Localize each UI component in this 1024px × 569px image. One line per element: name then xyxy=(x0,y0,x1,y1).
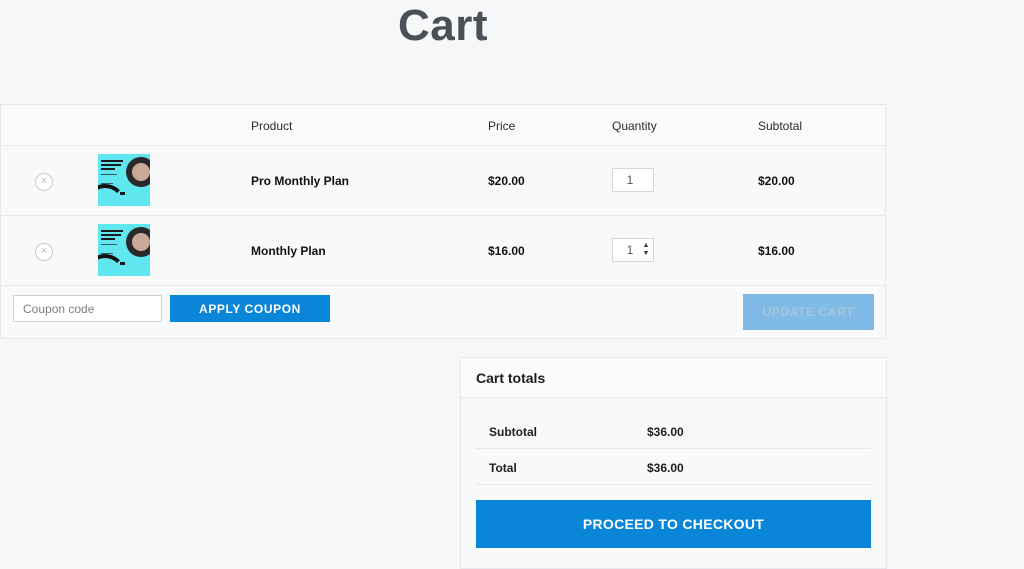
product-price: $20.00 xyxy=(488,174,525,188)
page-title: Cart xyxy=(398,1,489,50)
header-product: Product xyxy=(251,119,293,133)
quantity-input[interactable] xyxy=(612,168,654,192)
cart-totals: Cart totals Subtotal $36.00 Total $36.00… xyxy=(460,357,887,569)
proceed-to-checkout-button[interactable]: PROCEED TO CHECKOUT xyxy=(476,500,871,548)
plan-thumbnail-icon[interactable] xyxy=(98,154,150,206)
table-row: × Monthly Plan $16.00 ▲▼ $16.00 xyxy=(1,216,885,286)
product-subtotal: $16.00 xyxy=(758,244,795,258)
apply-coupon-button[interactable]: APPLY COUPON xyxy=(170,295,330,322)
remove-item-icon[interactable]: × xyxy=(35,243,53,261)
totals-total-value: $36.00 xyxy=(647,461,684,475)
coupon-code-input[interactable] xyxy=(13,295,162,322)
product-subtotal: $20.00 xyxy=(758,174,795,188)
product-name-link[interactable]: Monthly Plan xyxy=(251,244,326,258)
remove-item-icon[interactable]: × xyxy=(35,173,53,191)
plan-thumbnail-icon[interactable] xyxy=(98,224,150,276)
header-quantity: Quantity xyxy=(612,119,657,133)
header-price: Price xyxy=(488,119,516,133)
product-name-link[interactable]: Pro Monthly Plan xyxy=(251,174,349,188)
cart-totals-title: Cart totals xyxy=(461,358,886,398)
totals-subtotal-value: $36.00 xyxy=(647,425,684,439)
header-subtotal: Subtotal xyxy=(758,119,803,133)
table-row: × Pro Monthly Plan $20.00 $20.00 xyxy=(1,146,885,216)
quantity-stepper-icon[interactable]: ▲ ▼ xyxy=(642,242,650,258)
totals-total-label: Total xyxy=(489,461,517,475)
product-price: $16.00 xyxy=(488,244,525,258)
table-header-row: Product Price Quantity Subtotal xyxy=(1,105,885,146)
update-cart-button[interactable]: UPDATE CART xyxy=(743,294,874,330)
totals-total-row: Total $36.00 xyxy=(476,448,871,485)
cart-table: Product Price Quantity Subtotal × Pro Mo… xyxy=(0,104,886,339)
totals-subtotal-label: Subtotal xyxy=(489,425,537,439)
totals-subtotal-row: Subtotal $36.00 xyxy=(476,412,871,449)
cart-actions-row: APPLY COUPON UPDATE CART xyxy=(1,286,885,338)
